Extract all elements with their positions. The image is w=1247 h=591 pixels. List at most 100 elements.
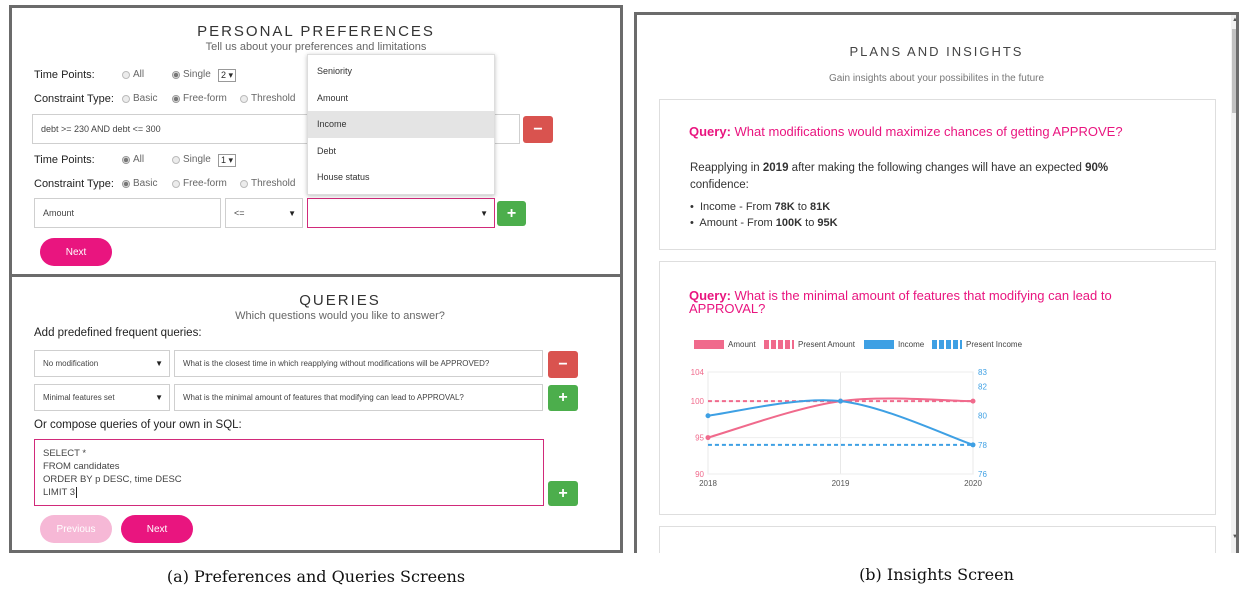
data-point-amount (705, 435, 711, 441)
queries-title: QUERIES (299, 292, 381, 309)
dropdown-option[interactable]: House status (308, 164, 494, 191)
time-points-label-2: Time Points: (34, 154, 95, 166)
radio-circle-selected (122, 155, 130, 164)
constraint-threshold-radio-2[interactable]: Threshold (240, 178, 295, 189)
constraint-basic-radio[interactable]: Basic (122, 93, 157, 104)
radio-circle-selected (172, 94, 180, 103)
legend-present-income[interactable]: Present Income (932, 340, 1022, 349)
minus-icon: − (558, 355, 568, 373)
next-button[interactable]: Next (121, 515, 193, 543)
radio-circle (122, 70, 130, 79)
dropdown-option[interactable]: Debt (308, 138, 494, 165)
radio-circle (172, 155, 180, 164)
line-chart: 2018 2019 2020 104 100 95 90 83 82 80 78 76 (691, 368, 988, 488)
queries-subtitle: Which questions would you like to answer… (235, 310, 445, 322)
chevron-down-icon: ▼ (155, 359, 163, 368)
constraint-freeform-radio-2[interactable]: Free-form (172, 178, 227, 189)
preferences-panel: PERSONAL PREFERENCES Tell us about your … (9, 5, 623, 277)
constraint-threshold-radio[interactable]: Threshold (240, 93, 295, 104)
constraint-type-label-2: Constraint Type: (34, 178, 114, 190)
scrollbar-track[interactable]: ▲ ▼ (1231, 15, 1236, 553)
data-point-income (838, 398, 843, 404)
radio-circle (240, 94, 248, 103)
sql-label: Or compose queries of your own in SQL: (34, 419, 242, 431)
time-points-single-radio-2[interactable]: Single (172, 154, 211, 165)
sql-line: ORDER BY p DESC, time DESC (43, 474, 182, 485)
feature-dropdown-menu: Seniority Amount Income Debt House statu… (307, 54, 495, 195)
y-left-tick-label: 100 (691, 397, 705, 406)
data-point-income (970, 442, 976, 448)
add-sql-query-button[interactable]: + (548, 481, 578, 506)
caption-b: (b) Insights Screen (859, 565, 1014, 584)
legend-swatch (694, 340, 724, 349)
y-right-tick-label: 82 (978, 383, 987, 392)
radio-circle (240, 179, 248, 188)
radio-circle (122, 94, 130, 103)
query-text-2: Query: What is the minimal amount of fea… (689, 288, 1112, 316)
chevron-down-icon: ▼ (155, 393, 163, 402)
y-right-tick-label: 76 (978, 470, 987, 479)
remove-query-button[interactable]: − (548, 351, 578, 378)
preferences-subtitle: Tell us about your preferences and limit… (205, 41, 427, 53)
radio-circle-selected (122, 179, 130, 188)
next-button[interactable]: Next (40, 238, 112, 266)
preferences-title: PERSONAL PREFERENCES (197, 23, 435, 40)
add-query-button[interactable]: + (548, 385, 578, 411)
legend-income[interactable]: Income (864, 340, 924, 349)
list-item: • Amount - From 100K to 95K (690, 217, 838, 229)
insight-body-1: Reapplying in 2019 after making the foll… (690, 162, 1109, 191)
legend-swatch (932, 340, 962, 349)
radio-circle (172, 179, 180, 188)
value-select[interactable]: ▼ (307, 198, 495, 228)
dropdown-option[interactable]: Seniority (308, 58, 494, 85)
scroll-up-icon[interactable]: ▲ (1232, 17, 1236, 23)
feature-select[interactable]: Amount (34, 198, 221, 228)
x-tick-label: 2018 (699, 479, 717, 488)
query-type-select-2[interactable]: Minimal features set ▼ (34, 384, 170, 411)
insights-subtitle: Gain insights about your possibilites in… (828, 73, 1045, 84)
y-left-tick-label: 95 (695, 434, 704, 443)
caption-a: (a) Preferences and Queries Screens (166, 567, 466, 586)
change-list: • Income - From 78K to 81K • Amount - Fr… (690, 199, 838, 231)
x-tick-label: 2020 (964, 479, 982, 488)
sql-editor[interactable]: SELECT * FROM candidates ORDER BY p DESC… (34, 439, 544, 506)
query-question-field-2[interactable]: What is the minimal amount of features t… (174, 384, 543, 411)
remove-constraint-button[interactable]: − (523, 116, 553, 143)
plus-icon: + (558, 389, 568, 406)
legend-swatch (864, 340, 894, 349)
plus-icon: + (558, 484, 568, 502)
y-right-tick-label: 78 (978, 441, 987, 450)
time-point-select-2[interactable]: 1 ▾ (218, 154, 237, 167)
operator-select[interactable]: <= ▼ (225, 198, 303, 228)
add-constraint-button[interactable]: + (497, 201, 526, 226)
y-right-tick-label: 83 (978, 368, 987, 377)
query-question-field[interactable]: What is the closest time in which reappl… (174, 350, 543, 377)
queries-panel: QUERIES Which questions would you like t… (9, 274, 623, 553)
data-point-amount (970, 398, 976, 404)
legend-swatch (764, 340, 794, 349)
sql-line: SELECT * (43, 448, 87, 459)
time-points-all-radio-2[interactable]: All (122, 154, 144, 165)
sql-line: FROM candidates (43, 461, 120, 472)
constraint-type-label: Constraint Type: (34, 93, 114, 105)
x-tick-label: 2019 (832, 479, 850, 488)
previous-button[interactable]: Previous (40, 515, 112, 543)
dropdown-option-highlighted[interactable]: Income (308, 111, 494, 138)
time-points-all-radio[interactable]: All (122, 69, 144, 80)
constraint-basic-radio-2[interactable]: Basic (122, 178, 157, 189)
insight-card-2: Query: What is the minimal amount of fea… (659, 261, 1216, 515)
legend-present-amount[interactable]: Present Amount (764, 340, 855, 349)
dropdown-option[interactable]: Amount (308, 85, 494, 112)
y-right-tick-label: 80 (978, 412, 987, 421)
scroll-down-icon[interactable]: ▼ (1232, 534, 1236, 540)
time-points-single-radio[interactable]: Single (172, 69, 211, 80)
time-point-select[interactable]: 2 ▾ (218, 69, 237, 82)
legend-amount[interactable]: Amount (694, 340, 756, 349)
query-type-select[interactable]: No modification ▼ (34, 350, 170, 377)
insights-title: PLANS AND INSIGHTS (849, 44, 1024, 59)
scrollbar-thumb[interactable] (1232, 29, 1236, 113)
list-item: • Income - From 78K to 81K (690, 201, 831, 213)
constraint-freeform-radio[interactable]: Free-form (172, 93, 227, 104)
insights-panel: PLANS AND INSIGHTS Gain insights about y… (634, 12, 1239, 553)
radio-circle-selected (172, 70, 180, 79)
